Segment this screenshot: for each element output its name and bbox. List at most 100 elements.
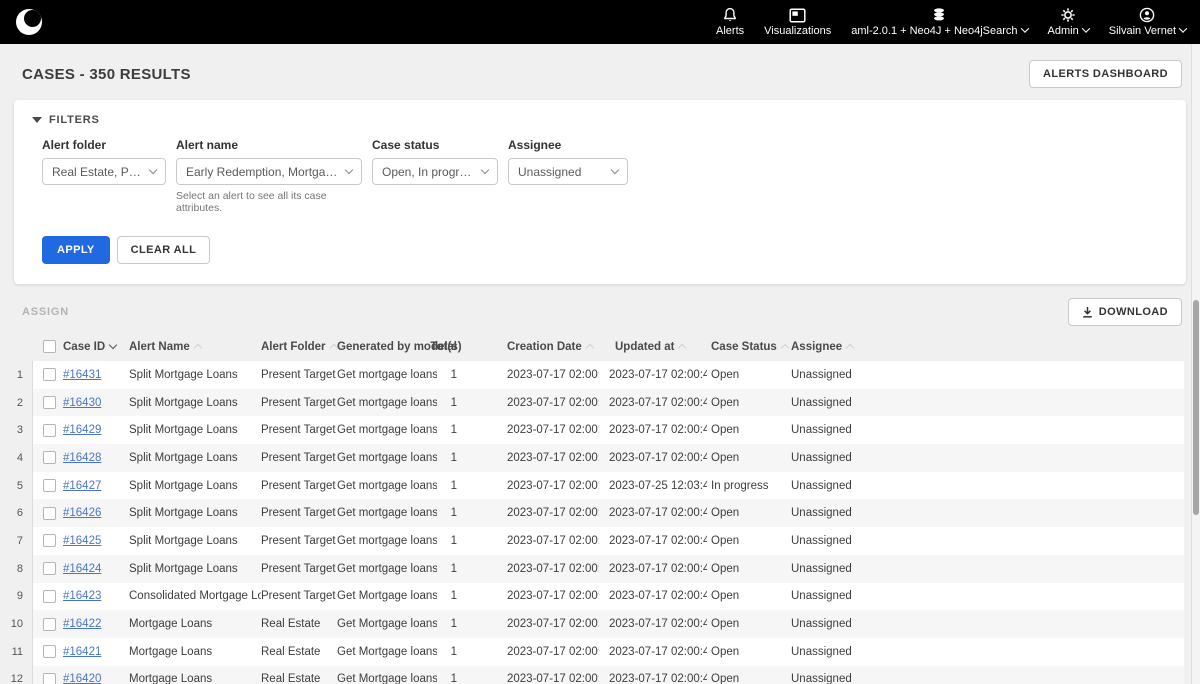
column-header-case-id[interactable]: Case ID [63,336,129,361]
nav-item-alerts[interactable]: Alerts [716,7,744,37]
filters-collapse-toggle[interactable]: FILTERS [32,114,1168,126]
updated-at-cell: 2023-07-17 02:00:43 [599,583,707,611]
assign-button-disabled[interactable]: ASSIGN [22,306,69,318]
select-all-checkbox-cell [33,336,63,361]
nav-item-user[interactable]: Silvain Vernet [1109,7,1186,37]
apply-button[interactable]: APPLY [42,236,110,264]
alert-name-cell: Split Mortgage Loans [129,499,261,527]
case-id-link[interactable]: #16427 [63,480,101,492]
filter-field-alert-name: Alert nameEarly Redemption, Mortgages in… [176,138,362,214]
row-checkbox[interactable] [43,396,56,409]
case-id-link[interactable]: #16422 [63,618,101,630]
top-navbar: Alerts Visualizations aml-2.0.1 + Neo4J + … [0,0,1200,44]
total-cell: 1 [437,472,463,500]
case-status-cell: Open [707,361,787,389]
case-status-cell: Open [707,555,787,583]
case-status-cell: Open [707,583,787,611]
row-checkbox[interactable] [43,534,56,547]
row-checkbox-cell [33,389,63,417]
case-id-link[interactable]: #16423 [63,590,101,602]
clear-all-button[interactable]: CLEAR ALL [117,236,211,264]
chevron-down-icon [345,166,353,174]
filter-label: Assignee [508,138,628,152]
select-all-checkbox[interactable] [43,340,56,353]
row-checkbox[interactable] [43,590,56,603]
alert-name-select[interactable]: Early Redemption, Mortgages in Miami...+… [176,158,362,185]
case-id-link[interactable]: #16431 [63,369,101,381]
case-status-cell: Open [707,666,787,684]
case-id-link[interactable]: #16430 [63,397,101,409]
case-id-link[interactable]: #16428 [63,452,101,464]
download-icon [1082,306,1093,318]
alerts-dashboard-button[interactable]: ALERTS DASHBOARD [1029,60,1182,88]
creation-date-cell: 2023-07-17 02:00:43 [463,499,599,527]
row-checkbox[interactable] [43,507,56,520]
creation-date-cell: 2023-07-17 02:00:40 [463,666,599,684]
row-checkbox[interactable] [43,368,56,381]
alert-folder-select[interactable]: Real Estate, Present T... [42,158,166,185]
database-icon [931,7,947,25]
row-checkbox[interactable] [43,424,56,437]
case-id-link[interactable]: #16429 [63,424,101,436]
case-id-link[interactable]: #16426 [63,507,101,519]
alert-name-cell: Split Mortgage Loans [129,555,261,583]
case-status-select[interactable]: Open, In progress [372,158,498,185]
nav-item-visualizations[interactable]: Visualizations [764,8,831,37]
row-checkbox[interactable] [43,479,56,492]
table-row: 11#16421Mortgage LoansReal EstateGet Mor… [0,638,1184,666]
alert-name-cell: Mortgage Loans [129,666,261,684]
creation-date-cell: 2023-07-17 02:00:43 [463,583,599,611]
column-header-updated-at[interactable]: Updated at [599,336,707,361]
column-header-alert-folder[interactable]: Alert Folder [261,336,337,361]
table-row: 9#16423Consolidated Mortgage LoansPresen… [0,583,1184,611]
column-header-generated-by-model-s-[interactable]: Generated by model(s) [337,336,437,361]
creation-date-cell: 2023-07-17 02:00:43 [463,416,599,444]
nav-item-label: aml-2.0.1 + Neo4J + Neo4jSearch [851,25,1017,37]
case-status-cell: Open [707,444,787,472]
alert-folder-cell: Present Target [261,389,337,417]
row-checkbox[interactable] [43,673,56,684]
case-id-link[interactable]: #16425 [63,535,101,547]
column-header-alert-name[interactable]: Alert Name [129,336,261,361]
total-cell: 1 [437,499,463,527]
model-cell: Get mortgage loans [337,472,437,500]
column-header-creation-date[interactable]: Creation Date [463,336,599,361]
updated-at-cell: 2023-07-17 02:00:45 [599,361,707,389]
row-number: 9 [0,583,33,611]
row-checkbox[interactable] [43,645,56,658]
nav-item-datasource[interactable]: aml-2.0.1 + Neo4J + Neo4jSearch [851,7,1027,37]
alert-folder-cell: Present Target [261,555,337,583]
vertical-scrollbar-track[interactable] [1191,44,1200,684]
updated-at-cell: 2023-07-17 02:00:44 [599,444,707,472]
filter-label: Case status [372,138,498,152]
column-header-total[interactable]: Total [437,336,463,361]
row-checkbox[interactable] [43,451,56,464]
row-checkbox[interactable] [43,618,56,631]
assignee-cell: Unassigned [787,527,1184,555]
nav-item-admin[interactable]: Admin [1048,7,1089,37]
assignee-select[interactable]: Unassigned [508,158,628,185]
chevron-down-icon [1020,24,1028,32]
alert-name-cell: Consolidated Mortgage Loans [129,583,261,611]
alert-folder-cell: Real Estate [261,666,337,684]
updated-at-cell: 2023-07-17 02:00:44 [599,499,707,527]
assignee-cell: Unassigned [787,472,1184,500]
column-header-assignee[interactable]: Assignee [787,336,1184,361]
vertical-scrollbar-thumb[interactable] [1193,300,1199,515]
linkurious-logo-icon[interactable] [16,9,42,35]
sort-inactive-icon [678,344,686,352]
alert-name-cell: Mortgage Loans [129,638,261,666]
assignee-cell: Unassigned [787,555,1184,583]
row-checkbox[interactable] [43,562,56,575]
filter-selected-value: Open, In progress [382,165,474,179]
case-id-link[interactable]: #16424 [63,563,101,575]
alert-name-cell: Split Mortgage Loans [129,416,261,444]
case-id-cell: #16421 [63,638,129,666]
case-id-link[interactable]: #16421 [63,646,101,658]
case-id-link[interactable]: #16420 [63,673,101,684]
download-button[interactable]: DOWNLOAD [1068,298,1182,326]
case-status-cell: Open [707,638,787,666]
column-header-case-status[interactable]: Case Status [707,336,787,361]
updated-at-cell: 2023-07-17 02:00:45 [599,389,707,417]
sort-desc-icon [109,341,117,349]
